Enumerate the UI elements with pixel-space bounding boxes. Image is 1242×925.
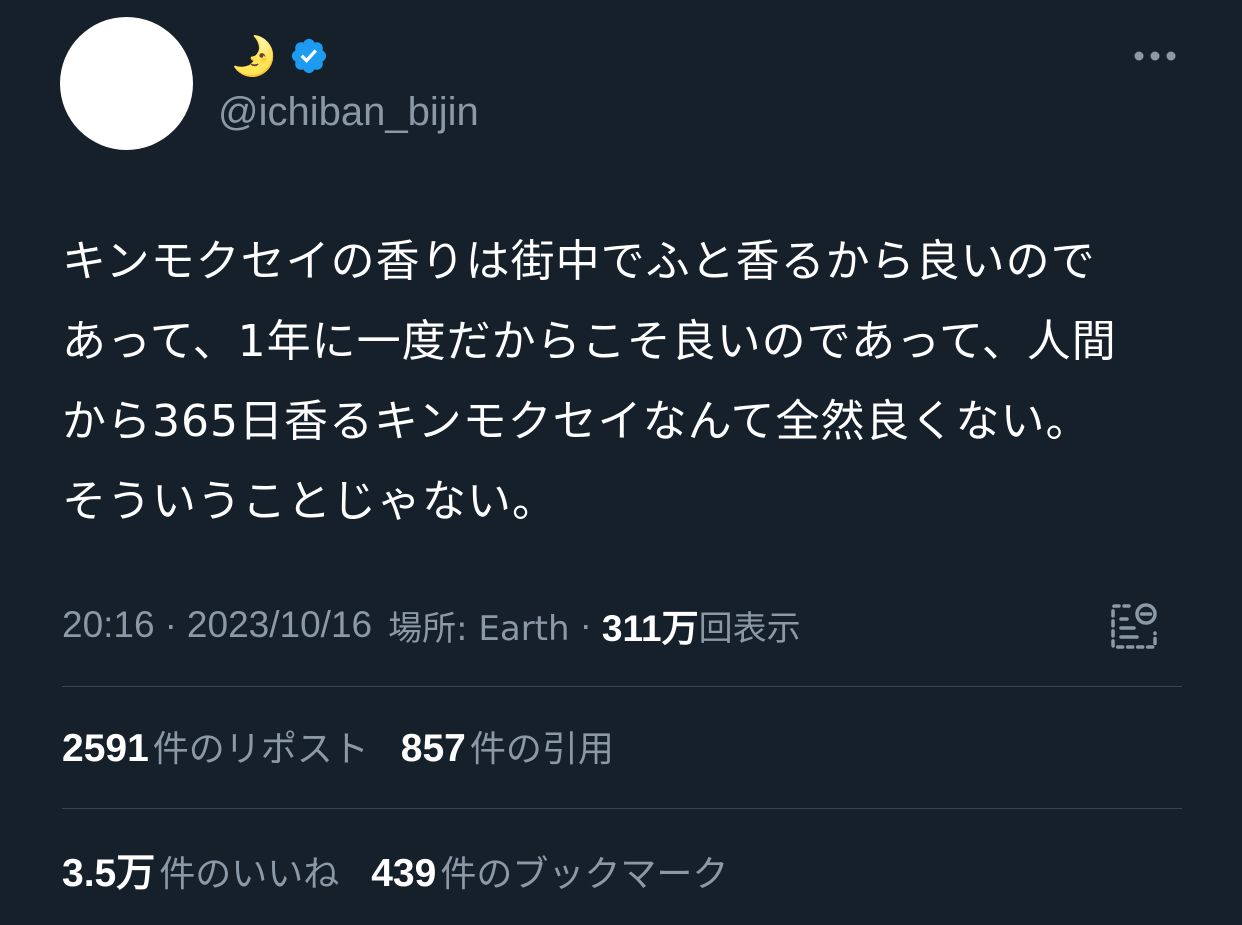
tweet-meta: 20:16 · 2023/10/16 場所: Earth · 311万 回表示 xyxy=(62,600,801,650)
meta-separator: · xyxy=(164,604,177,645)
more-dots-icon xyxy=(1134,51,1176,61)
more-options-button[interactable] xyxy=(1127,38,1183,74)
likes-stat[interactable]: 3.5万 件のいいね xyxy=(62,842,339,898)
display-name[interactable]: 🌛 xyxy=(230,37,277,75)
engagement-row-1: 2591 件のリポスト 857 件の引用 xyxy=(62,720,646,772)
tweet-location: 場所: Earth xyxy=(388,608,570,649)
meta-separator: · xyxy=(579,604,592,645)
author-handle[interactable]: @ichiban_bijin xyxy=(218,88,479,136)
verified-badge-icon xyxy=(292,38,327,74)
quotes-count: 857 xyxy=(400,727,466,770)
bookmarks-stat[interactable]: 439 件のブックマーク xyxy=(371,845,728,897)
divider xyxy=(62,808,1182,809)
divider xyxy=(62,686,1182,687)
likes-label: 件のいいね xyxy=(159,854,340,895)
tweet-text: キンモクセイの香りは街中でふと香るから良いので あって、1年に一度だからこそ良い… xyxy=(62,236,1117,527)
bookmarks-label: 件のブックマーク xyxy=(440,854,729,895)
tweet-time[interactable]: 20:16 xyxy=(62,604,155,646)
reposts-count: 2591 xyxy=(62,727,149,770)
quotes-label: 件の引用 xyxy=(469,729,614,770)
tweet-date[interactable]: 2023/10/16 xyxy=(187,604,372,646)
reposts-label: 件のリポスト xyxy=(152,729,369,770)
author-name-row: 🌛 xyxy=(230,28,329,84)
engagement-row-2: 3.5万 件のいいね 439 件のブックマーク xyxy=(62,842,760,898)
avatar[interactable] xyxy=(60,17,193,150)
views-label: 回表示 xyxy=(698,608,801,649)
analytics-icon xyxy=(1111,603,1157,649)
quotes-stat[interactable]: 857 件の引用 xyxy=(401,720,614,772)
likes-count: 3.5万 xyxy=(62,852,156,895)
views-count: 311万 xyxy=(601,608,699,649)
reposts-stat[interactable]: 2591 件のリポスト xyxy=(62,720,369,772)
bookmarks-count: 439 xyxy=(371,852,437,895)
analytics-button[interactable] xyxy=(1104,596,1164,656)
